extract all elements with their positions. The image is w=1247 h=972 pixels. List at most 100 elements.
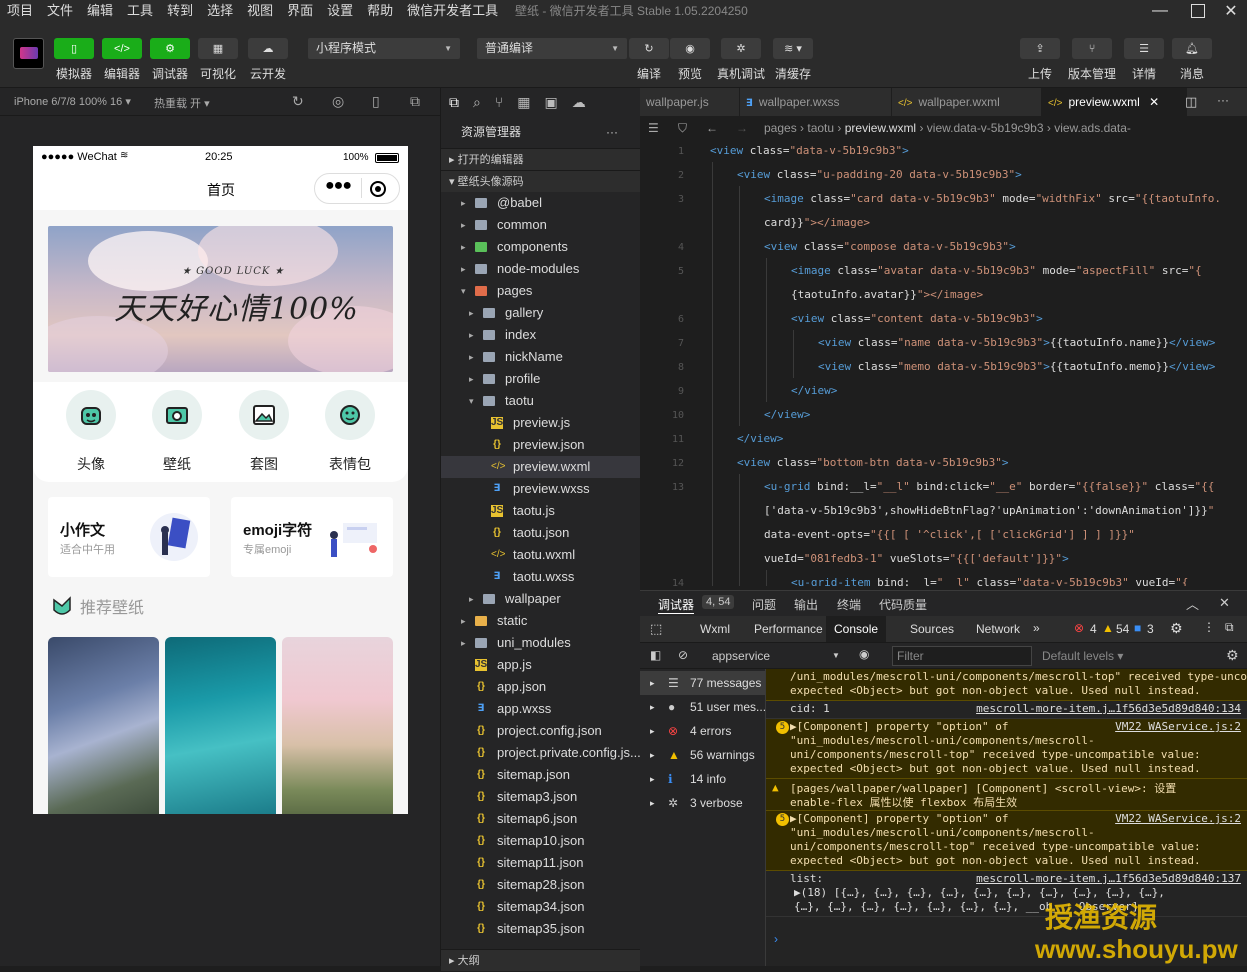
message-button[interactable]: 🔔︎ 消息: [1170, 38, 1214, 82]
upload-button[interactable]: ⇪ 上传: [1018, 38, 1062, 82]
tree-item[interactable]: {} sitemap.json: [441, 764, 640, 786]
more-icon[interactable]: ···: [606, 116, 618, 148]
tree-item[interactable]: ▾ taotu: [441, 390, 640, 412]
close-app-icon[interactable]: [370, 181, 386, 197]
tree-item[interactable]: ▸ node-modules: [441, 258, 640, 280]
compile-select[interactable]: 普通编译 ▼: [477, 38, 627, 59]
cloud-button[interactable]: ☁ 云开发: [246, 38, 290, 82]
tree-item[interactable]: </> taotu.wxml: [441, 544, 640, 566]
tree-item[interactable]: ▸ components: [441, 236, 640, 258]
devtools-tab-network[interactable]: Network: [968, 616, 1028, 642]
tab-terminal[interactable]: 终端: [837, 596, 861, 613]
clear-cache-button[interactable]: ≋ ▾ 清缓存: [771, 38, 815, 82]
category-emoji[interactable]: 表情包: [324, 390, 376, 474]
console-filter-4[interactable]: ▸ ℹ 14 info: [640, 767, 765, 791]
menu-item[interactable]: 设置: [320, 0, 360, 22]
tree-item[interactable]: {} project.config.json: [441, 720, 640, 742]
breadcrumb-item[interactable]: view.ads.data-: [1054, 121, 1131, 135]
tree-item[interactable]: {} sitemap3.json: [441, 786, 640, 808]
files-icon[interactable]: ⧉: [449, 94, 459, 111]
banner-image[interactable]: ★ GOOD LUCK ★ 天天好心情100%: [48, 226, 393, 372]
tree-item[interactable]: {} sitemap10.json: [441, 830, 640, 852]
outline-section[interactable]: ▸ 大纲: [441, 949, 640, 971]
console-filter-2[interactable]: ▸ ⊗ 4 errors: [640, 719, 765, 743]
menu-item[interactable]: 项目: [0, 0, 40, 22]
detail-button[interactable]: ☰ 详情: [1122, 38, 1166, 82]
tree-item[interactable]: ∃ app.wxss: [441, 698, 640, 720]
tree-item[interactable]: ▸ uni_modules: [441, 632, 640, 654]
simulator-button[interactable]: ▯ 模拟器: [52, 38, 96, 82]
record-icon[interactable]: ◎: [332, 93, 344, 110]
inspect-icon[interactable]: ⬚: [650, 621, 662, 637]
maximize-button[interactable]: [1180, 0, 1216, 22]
tree-item[interactable]: ▾ pages: [441, 280, 640, 302]
menu-item[interactable]: 工具: [120, 0, 160, 22]
category-wallpaper[interactable]: 壁纸: [151, 390, 203, 474]
hot-reload-toggle[interactable]: 热重载 开 ▾: [154, 95, 210, 111]
tree-item[interactable]: ▸ profile: [441, 368, 640, 390]
category-avatar[interactable]: 头像: [65, 390, 117, 474]
tree-item[interactable]: JS app.js: [441, 654, 640, 676]
chevron-up-icon[interactable]: ︿: [1186, 594, 1199, 613]
split-editor-icon[interactable]: ◫: [1185, 94, 1197, 110]
search-icon[interactable]: ⌕: [473, 94, 481, 111]
tree-item[interactable]: ∃ taotu.wxss: [441, 566, 640, 588]
tree-item[interactable]: {} app.json: [441, 676, 640, 698]
menu-item[interactable]: 界面: [280, 0, 320, 22]
capsule-menu[interactable]: ●●●: [314, 173, 400, 204]
source-link[interactable]: mescroll-more-item.j…1f56d3e5d89d840:137: [976, 872, 1241, 885]
tree-item[interactable]: {} sitemap35.json: [441, 918, 640, 940]
back-icon[interactable]: ←: [706, 116, 718, 140]
tree-item[interactable]: {} project.private.config.js...: [441, 742, 640, 764]
open-editors-section[interactable]: ▸ 打开的编辑器: [441, 148, 640, 170]
list-icon[interactable]: ☰: [648, 116, 659, 140]
devtools-tab-wxml[interactable]: Wxml: [692, 616, 738, 642]
console-filter-1[interactable]: ▸ ● 51 user mes...: [640, 695, 766, 719]
promo-card-emoji[interactable]: emoji字符 专属emoji: [231, 497, 393, 577]
tree-item[interactable]: JS taotu.js: [441, 500, 640, 522]
console-filter-3[interactable]: ▸ ▲ 56 warnings: [640, 743, 765, 767]
compile-button[interactable]: ↻ 编译: [627, 38, 671, 82]
device-select[interactable]: iPhone 6/7/8 100% 16 ▾: [14, 95, 131, 108]
devtools-tab-console[interactable]: Console: [826, 616, 887, 642]
breadcrumb-item[interactable]: preview.wxml: [845, 121, 916, 135]
console-filter-5[interactable]: ▸ ✲ 3 verbose: [640, 791, 765, 815]
menu-item[interactable]: 文件: [40, 0, 80, 22]
tree-item[interactable]: ▸ index: [441, 324, 640, 346]
menu-item[interactable]: 帮助: [360, 0, 400, 22]
console-filter-0[interactable]: ▸ ☰ 77 messages: [640, 671, 765, 695]
tab-wallpaper-wxml[interactable]: </> wallpaper.wxml: [892, 88, 1042, 116]
source-link[interactable]: VM22 WAService.js:2: [1115, 720, 1241, 733]
dock-icon[interactable]: ⧉: [1225, 620, 1234, 635]
more-icon[interactable]: ···: [1217, 93, 1229, 107]
promo-card-essay[interactable]: 小作文 适合中午用: [48, 497, 210, 577]
tree-item[interactable]: {} sitemap34.json: [441, 896, 640, 918]
avatar[interactable]: [13, 38, 44, 69]
cloud-icon[interactable]: ☁: [572, 94, 586, 111]
gear-icon[interactable]: ⚙: [1226, 647, 1239, 664]
tree-item[interactable]: JS preview.js: [441, 412, 640, 434]
tree-item[interactable]: ▸ @babel: [441, 192, 640, 214]
tree-item[interactable]: ∃ preview.wxss: [441, 478, 640, 500]
forward-icon[interactable]: →: [736, 116, 748, 140]
visual-button[interactable]: ▦ 可视化: [196, 38, 240, 82]
wallpaper-thumb[interactable]: [165, 637, 276, 814]
tree-item[interactable]: {} sitemap28.json: [441, 874, 640, 896]
close-window-button[interactable]: ✕: [1213, 0, 1247, 22]
editor-button[interactable]: </> 编辑器: [100, 38, 144, 82]
project-section[interactable]: ▾ 壁纸头像源码: [441, 170, 640, 192]
tab-debugger[interactable]: 调试器: [658, 596, 695, 614]
menu-item[interactable]: 编辑: [80, 0, 120, 22]
log-levels-select[interactable]: Default levels ▾: [1042, 649, 1123, 663]
tree-item[interactable]: {} sitemap6.json: [441, 808, 640, 830]
clear-console-icon[interactable]: ⊘: [678, 648, 688, 662]
menu-item[interactable]: 视图: [240, 0, 280, 22]
version-button[interactable]: ⑂ 版本管理: [1068, 38, 1116, 82]
source-link[interactable]: VM22 WAService.js:2: [1115, 812, 1241, 825]
tab-issues[interactable]: 问题: [752, 596, 776, 613]
tree-item[interactable]: ▸ wallpaper: [441, 588, 640, 610]
preview-button[interactable]: ◉ 预览: [668, 38, 712, 82]
tree-item[interactable]: ▸ common: [441, 214, 640, 236]
tree-item[interactable]: ▸ nickName: [441, 346, 640, 368]
gear-icon[interactable]: ⚙: [1170, 620, 1183, 637]
